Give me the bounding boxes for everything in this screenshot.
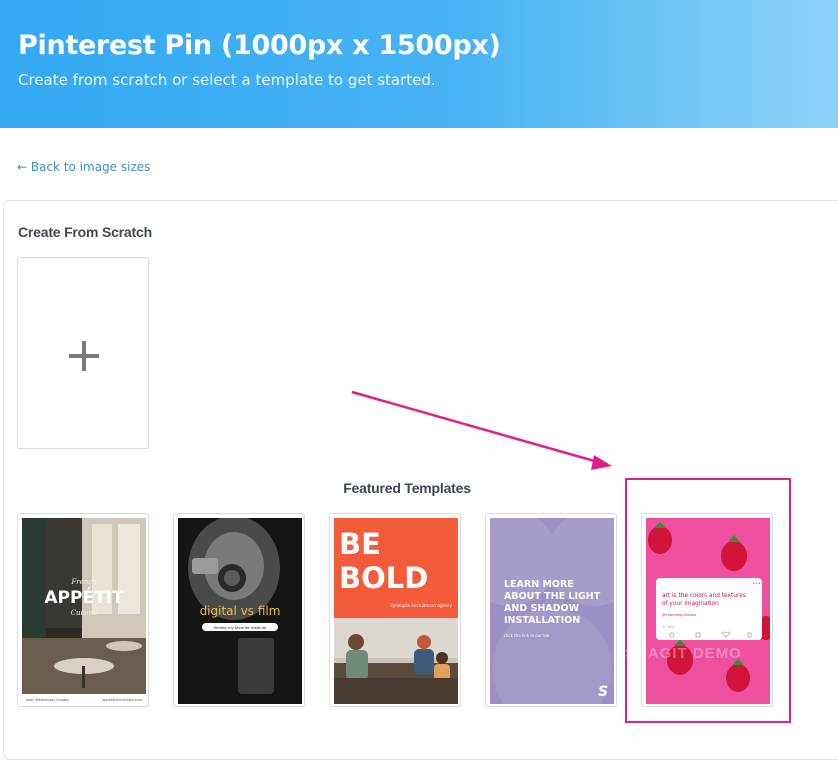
create-from-scratch-heading: Create From Scratch [18, 224, 152, 240]
template-logo: S [598, 684, 608, 700]
create-from-scratch-button[interactable] [17, 257, 149, 449]
template-text: appetitfrenchresto.com [102, 698, 142, 702]
template-card-light-shadow[interactable]: LEARN MORE ABOUT THE LIGHT AND SHADOW IN… [485, 513, 617, 707]
template-text: finding my favorite medium [214, 625, 267, 630]
template-text: ABOUT THE LIGHT [504, 591, 601, 602]
watermark-text: SNAGIT DEMO [625, 645, 742, 662]
template-text: Cuisine [71, 609, 98, 617]
template-thumbnail: digital vs film finding my favorite medi… [178, 518, 302, 704]
page-subtitle: Create from scratch or select a template… [18, 71, 436, 89]
template-text: French [70, 578, 96, 586]
template-text: INSTALLATION [504, 615, 580, 626]
template-text: open Wednesday-Sunday [26, 698, 69, 702]
page-title: Pinterest Pin (1000px x 1500px) [18, 30, 501, 61]
template-card-be-bold[interactable]: BE BOLD Synergize Recruitment Agency [329, 513, 461, 707]
page-header: Pinterest Pin (1000px x 1500px) Create f… [0, 0, 838, 128]
template-text: digital vs film [200, 604, 281, 618]
template-text: AND SHADOW [504, 603, 580, 614]
template-thumbnail: BE BOLD Synergize Recruitment Agency [334, 518, 458, 704]
template-text: APPÉTIT [44, 586, 124, 608]
template-thumbnail: French APPÉTIT Cuisine open Wednesday-Su… [22, 518, 146, 704]
template-text: BOLD [339, 561, 428, 595]
template-highlight-box [625, 478, 791, 723]
template-text: BE [339, 527, 381, 561]
template-card-digital-vs-film[interactable]: digital vs film finding my favorite medi… [173, 513, 305, 707]
template-text: LEARN MORE [504, 579, 574, 590]
template-card-appetit[interactable]: French APPÉTIT Cuisine open Wednesday-Su… [17, 513, 149, 707]
template-text: Synergize Recruitment Agency [390, 603, 452, 608]
back-to-image-sizes-link[interactable]: ← Back to image sizes [17, 160, 150, 174]
template-text: click the link in our bio [504, 633, 550, 638]
template-thumbnail: LEARN MORE ABOUT THE LIGHT AND SHADOW IN… [490, 518, 614, 704]
